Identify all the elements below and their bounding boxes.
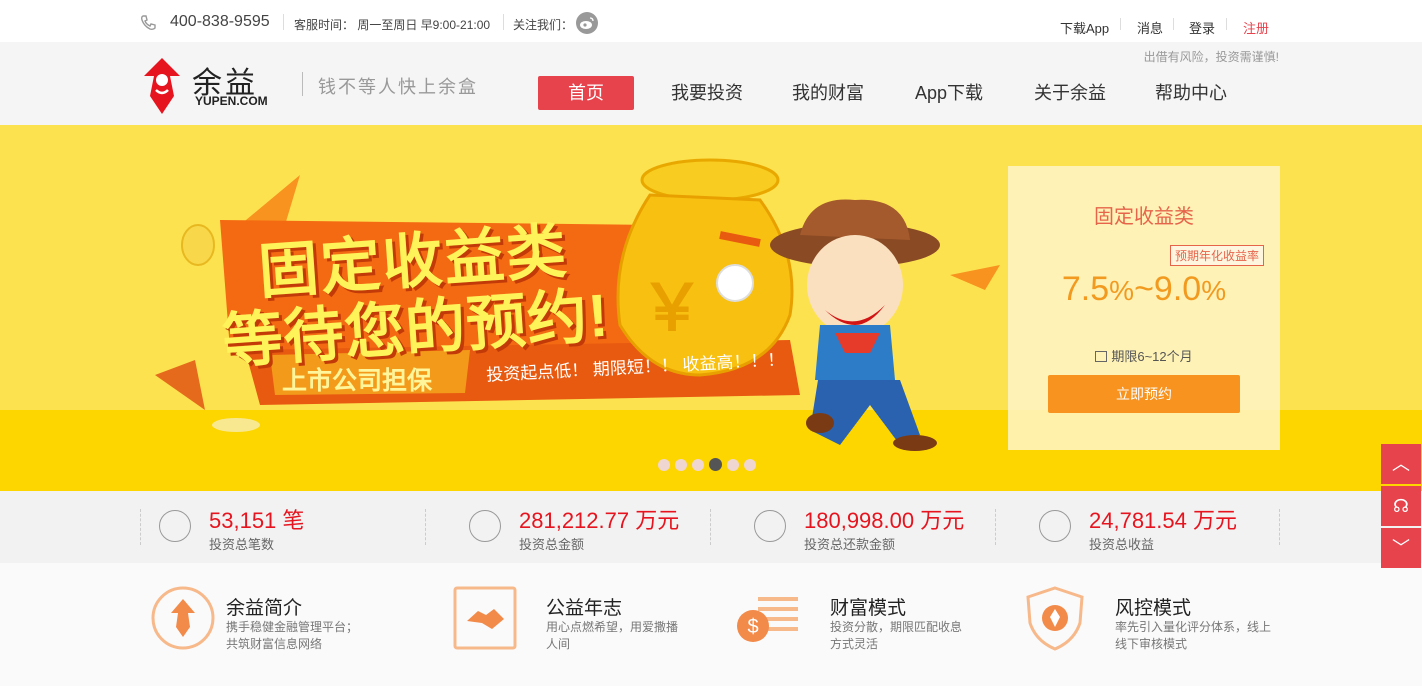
nav-my-wealth[interactable]: 我的财富	[784, 76, 872, 110]
term-info: 期限6~12个月	[1008, 346, 1280, 365]
dollar-coin-icon: $	[737, 597, 798, 642]
money-bag-icon	[469, 510, 501, 542]
carousel-dot[interactable]	[675, 459, 687, 471]
yield-high: 9.0	[1153, 270, 1202, 308]
stats-bar: 53,151 笔 投资总笔数 281,212.77 万元 投资总金额 180,9…	[0, 491, 1422, 563]
site-logo[interactable]: 余益 YUPEN.COM	[140, 56, 280, 116]
download-app-link[interactable]: 下载App	[1060, 18, 1109, 37]
stat-value: 24,781.54 万元	[1089, 508, 1237, 533]
nav-home[interactable]: 首页	[538, 76, 634, 110]
divider	[1279, 509, 1280, 545]
customer-service-button[interactable]: ☊	[1381, 486, 1421, 526]
logo-text-en: YUPEN.COM	[195, 94, 268, 108]
stat-label: 投资总笔数	[209, 537, 275, 552]
nav-help[interactable]: 帮助中心	[1147, 76, 1235, 110]
stat-label: 投资总收益	[1089, 537, 1155, 552]
coins-icon	[159, 510, 191, 542]
divider	[425, 509, 426, 545]
shield-icon	[1026, 586, 1084, 651]
divider	[1226, 18, 1227, 30]
svg-text:$: $	[747, 616, 758, 638]
nav-app-download[interactable]: App下载	[905, 76, 993, 110]
scroll-down-button[interactable]: ﹀	[1381, 528, 1421, 568]
chevron-up-icon: ︿	[1392, 454, 1410, 474]
divider	[503, 14, 504, 30]
slogan: 钱不等人快上余盒	[318, 77, 478, 98]
carousel-dot[interactable]	[658, 459, 670, 471]
messages-link[interactable]: 消息	[1137, 18, 1163, 37]
yield-low: 7.5	[1061, 270, 1110, 308]
carousel-dot-active[interactable]	[709, 458, 722, 471]
feature-desc: 携手稳健金融管理平台；共筑财富信息网络	[226, 620, 359, 651]
annual-yield-tag: 预期年化收益率	[1169, 245, 1264, 266]
handshake-icon	[453, 586, 517, 650]
stat-label: 投资总金额	[519, 537, 585, 552]
feature-desc: 率先引入量化评分体系，线上线下审核模式	[1115, 620, 1272, 651]
stat-value: 180,998.00 万元	[804, 508, 965, 533]
divider	[1120, 18, 1121, 30]
risk-notice: 出借有风险，投资需谨慎!	[1143, 50, 1279, 64]
growth-chart-icon	[1039, 510, 1071, 542]
feature-desc: 投资分散，期限匹配收息方式灵活	[830, 620, 963, 651]
divider	[995, 509, 996, 545]
weibo-icon[interactable]	[576, 12, 598, 34]
chevron-down-icon: ﹀	[1392, 538, 1410, 558]
feature-desc: 用心点燃希望，用爱撒播人间	[546, 620, 679, 651]
repayment-icon	[754, 510, 786, 542]
features-section: 余益简介 携手稳健金融管理平台；共筑财富信息网络 公益年志 用心点燃希望，用爱撒…	[0, 563, 1422, 686]
divider	[283, 14, 284, 30]
calendar-icon	[1095, 351, 1108, 362]
divider	[140, 509, 141, 545]
carousel-dot[interactable]	[744, 459, 756, 471]
login-link[interactable]: 登录	[1189, 18, 1215, 37]
nav-invest[interactable]: 我要投资	[663, 76, 751, 110]
header: 出借有风险，投资需谨慎! 余益 YUPEN.COM 钱不等人快上余盒 首页 我要…	[0, 42, 1422, 125]
yield-range: 7.5%~9.0%	[1008, 270, 1280, 309]
stat-label: 投资总还款金额	[804, 537, 896, 552]
stat-value: 281,212.77 万元	[519, 508, 680, 533]
follow-us-label: 关注我们：	[513, 18, 574, 32]
phone-icon	[140, 15, 156, 31]
feature-title: 余益简介	[226, 598, 303, 619]
register-link[interactable]: 注册	[1243, 18, 1269, 37]
percent-sign: %	[1109, 275, 1135, 306]
percent-sign: %	[1201, 275, 1227, 306]
service-hours: 客服时间： 周一至周日 早9:00-21:00	[294, 18, 491, 32]
feature-title: 风控模式	[1115, 598, 1192, 619]
headset-icon: ☊	[1393, 496, 1409, 516]
carousel-dot[interactable]	[727, 459, 739, 471]
divider	[1173, 18, 1174, 30]
feature-title: 财富模式	[830, 598, 907, 619]
reserve-now-button[interactable]: 立即预约	[1048, 375, 1240, 413]
stat-value: 53,151 笔	[209, 508, 305, 533]
yuan-symbol: ￥	[640, 272, 704, 344]
carousel-dot[interactable]	[692, 459, 704, 471]
term-text: 期限6~12个月	[1111, 349, 1193, 364]
logo-badge-icon	[151, 586, 215, 650]
product-title: 固定收益类	[1094, 206, 1194, 228]
nav-about[interactable]: 关于余益	[1026, 76, 1114, 110]
top-bar: 400-838-9595 客服时间： 周一至周日 早9:00-21:00 关注我…	[0, 0, 1422, 42]
logo-mark-icon	[144, 58, 180, 114]
logo-divider	[302, 72, 303, 96]
divider	[710, 509, 711, 545]
hero-banner[interactable]: 固定收益类 等待您的预约! 上市公司担保 投资起点低！ 期限短！！ 收益高！！！…	[0, 125, 1422, 491]
banner-guarantee: 上市公司担保	[282, 367, 433, 395]
product-card: 固定收益类 预期年化收益率 7.5%~9.0% 期限6~12个月 立即预约	[1008, 166, 1280, 450]
tilde: ~	[1134, 270, 1154, 308]
scroll-up-button[interactable]: ︿	[1381, 444, 1421, 484]
feature-title: 公益年志	[546, 598, 623, 619]
hotline-number: 400-838-9595	[170, 13, 270, 30]
